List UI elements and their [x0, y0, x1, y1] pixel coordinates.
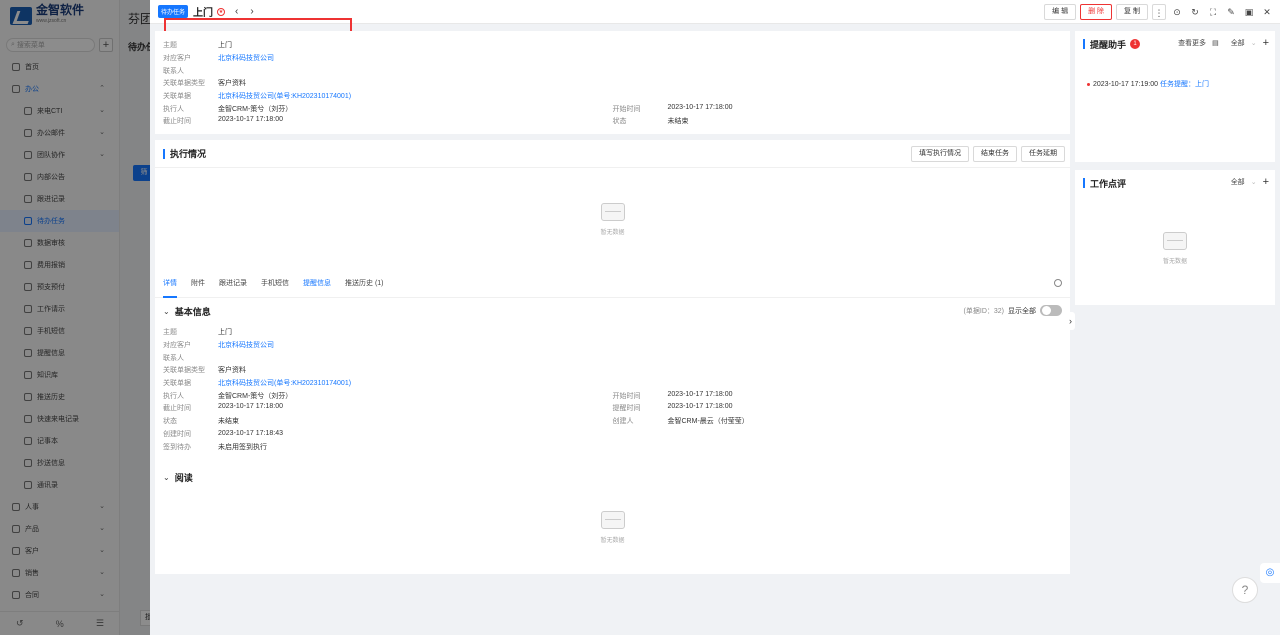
tab-reminders[interactable]: 提醒信息	[303, 270, 331, 298]
tab-details[interactable]: 详情	[163, 270, 177, 298]
execution-title: 执行情况	[170, 149, 207, 159]
detail-tabs: 详情 附件 跟进记录 手机短信 提醒信息 推送历史 (1)	[155, 270, 1070, 298]
add-review-icon[interactable]: +	[1263, 177, 1269, 188]
review-filter-select[interactable]: 全部	[1231, 177, 1245, 187]
favorite-icon[interactable]: ★	[217, 7, 226, 16]
review-empty: 暂无数据	[1075, 196, 1275, 265]
work-review-card: 工作点评 全部 ⌄ + 暂无数据	[1075, 170, 1275, 305]
tab-push-history[interactable]: 推送历史 (1)	[345, 270, 384, 298]
tab-settings-icon[interactable]	[1054, 279, 1062, 287]
delete-button[interactable]: 删 除	[1080, 4, 1113, 20]
read-empty: 暂无数据	[155, 491, 1070, 544]
reminder-assistant-card: 提醒助手 1 查看更多 ▤ 全部 ⌄ + 2023-10-17 17:19:00…	[1075, 31, 1275, 162]
show-all-toggle[interactable]	[1040, 305, 1062, 316]
copy-button[interactable]: 复 制	[1116, 4, 1148, 20]
view-more-link[interactable]: 查看更多	[1178, 38, 1206, 48]
help-button[interactable]: ?	[1232, 577, 1258, 603]
task-summary-card: 主题 上门 对应客户 北京科码技贸公司 联系人 关联单据类型 客户资料 关联单据 北京科…	[155, 31, 1070, 134]
save-icon[interactable]: ▣	[1242, 4, 1256, 20]
subject-value: 上门	[218, 42, 232, 50]
close-icon[interactable]: ✕	[1260, 4, 1274, 20]
reminder-title: 提醒助手	[1090, 39, 1127, 50]
refresh-icon[interactable]: ↻	[1188, 4, 1202, 20]
related-doc-link[interactable]: 北京科码技贸公司(单号:KH202310174001)	[218, 91, 351, 101]
customer-link[interactable]: 北京科码技贸公司	[218, 53, 274, 63]
drawer-header: 待办任务 上门 ★ ‹ › 编 辑 删 除 复 制 ⋮ ⊙ ↻ ⛶ ✎ ▣ ✕	[150, 0, 1280, 36]
drawer-title: 上门	[193, 8, 214, 19]
pencil-icon[interactable]: ✎	[1224, 4, 1238, 20]
module-tag: 待办任务	[158, 5, 189, 18]
edit-button[interactable]: 编 辑	[1044, 4, 1077, 20]
fill-execution-button[interactable]: 填写执行情况	[911, 146, 969, 162]
reminder-filter-select[interactable]: 全部	[1231, 38, 1245, 48]
prev-record-icon[interactable]: ‹	[235, 6, 238, 17]
settings-icon[interactable]: ⊙	[1170, 4, 1184, 20]
next-record-icon[interactable]: ›	[250, 6, 253, 17]
calendar-icon[interactable]: ▤	[1212, 39, 1219, 47]
end-task-button[interactable]: 结束任务	[973, 146, 1017, 162]
chevron-down-icon: ⌄	[1250, 40, 1257, 47]
basic-info-body: 主题 上门 对应客户 北京科码技贸公司 联系人 关联单据类型 客户资料 关联单据 北京科…	[163, 329, 749, 451]
basic-related-doc-link[interactable]: 北京科码技贸公司(单号:KH202310174001)	[218, 378, 351, 388]
basic-customer-link[interactable]: 北京科码技贸公司	[218, 340, 274, 350]
reminder-item-link[interactable]: 任务提醒：上门	[1160, 81, 1209, 88]
postpone-task-button[interactable]: 任务延期	[1021, 146, 1065, 162]
basic-info-header[interactable]: ⌄ 基本信息 (单据ID：32) 显示全部	[155, 298, 1070, 324]
reminder-badge: 1	[1130, 39, 1141, 49]
empty-box-icon	[1163, 232, 1187, 250]
chevron-down-icon: ⌄	[1250, 179, 1257, 186]
more-icon[interactable]: ⋮	[1152, 4, 1166, 20]
show-all-label: 显示全部	[1008, 307, 1036, 315]
basic-info-title: 基本信息	[174, 306, 211, 317]
read-title: 阅读	[174, 473, 193, 484]
empty-box-icon	[600, 510, 625, 529]
read-header[interactable]: ⌄ 阅读	[155, 465, 1070, 491]
task-detail-drawer: 待办任务 上门 ★ ‹ › 编 辑 删 除 复 制 ⋮ ⊙ ↻ ⛶ ✎ ▣ ✕ …	[150, 0, 1280, 635]
tab-follow-up[interactable]: 跟进记录	[219, 270, 247, 298]
doc-id: (单据ID：32)	[963, 307, 1004, 315]
collapse-panel-icon[interactable]: ›	[1066, 312, 1075, 330]
empty-box-icon	[600, 203, 625, 221]
reminder-item[interactable]: 2023-10-17 17:19:00 任务提醒：上门	[1075, 57, 1275, 97]
fullscreen-icon[interactable]: ⛶	[1206, 4, 1220, 20]
execution-empty: 暂无数据	[155, 168, 1070, 236]
add-reminder-icon[interactable]: +	[1263, 38, 1269, 49]
tab-sms[interactable]: 手机短信	[261, 270, 289, 298]
chevron-down-icon: ⌄	[163, 306, 170, 316]
modal-mask-left[interactable]	[0, 0, 120, 635]
chevron-down-icon: ⌄	[163, 473, 170, 483]
work-review-title: 工作点评	[1090, 178, 1127, 189]
chat-assistant-icon[interactable]: ◎	[1260, 563, 1280, 583]
detail-card: 详情 附件 跟进记录 手机短信 提醒信息 推送历史 (1) ⌄ 基本信息 (单据…	[155, 270, 1070, 574]
execution-card: 执行情况 填写执行情况 结束任务 任务延期 暂无数据	[155, 140, 1070, 270]
tab-attachments[interactable]: 附件	[191, 270, 205, 298]
modal-mask[interactable]	[120, 0, 150, 635]
